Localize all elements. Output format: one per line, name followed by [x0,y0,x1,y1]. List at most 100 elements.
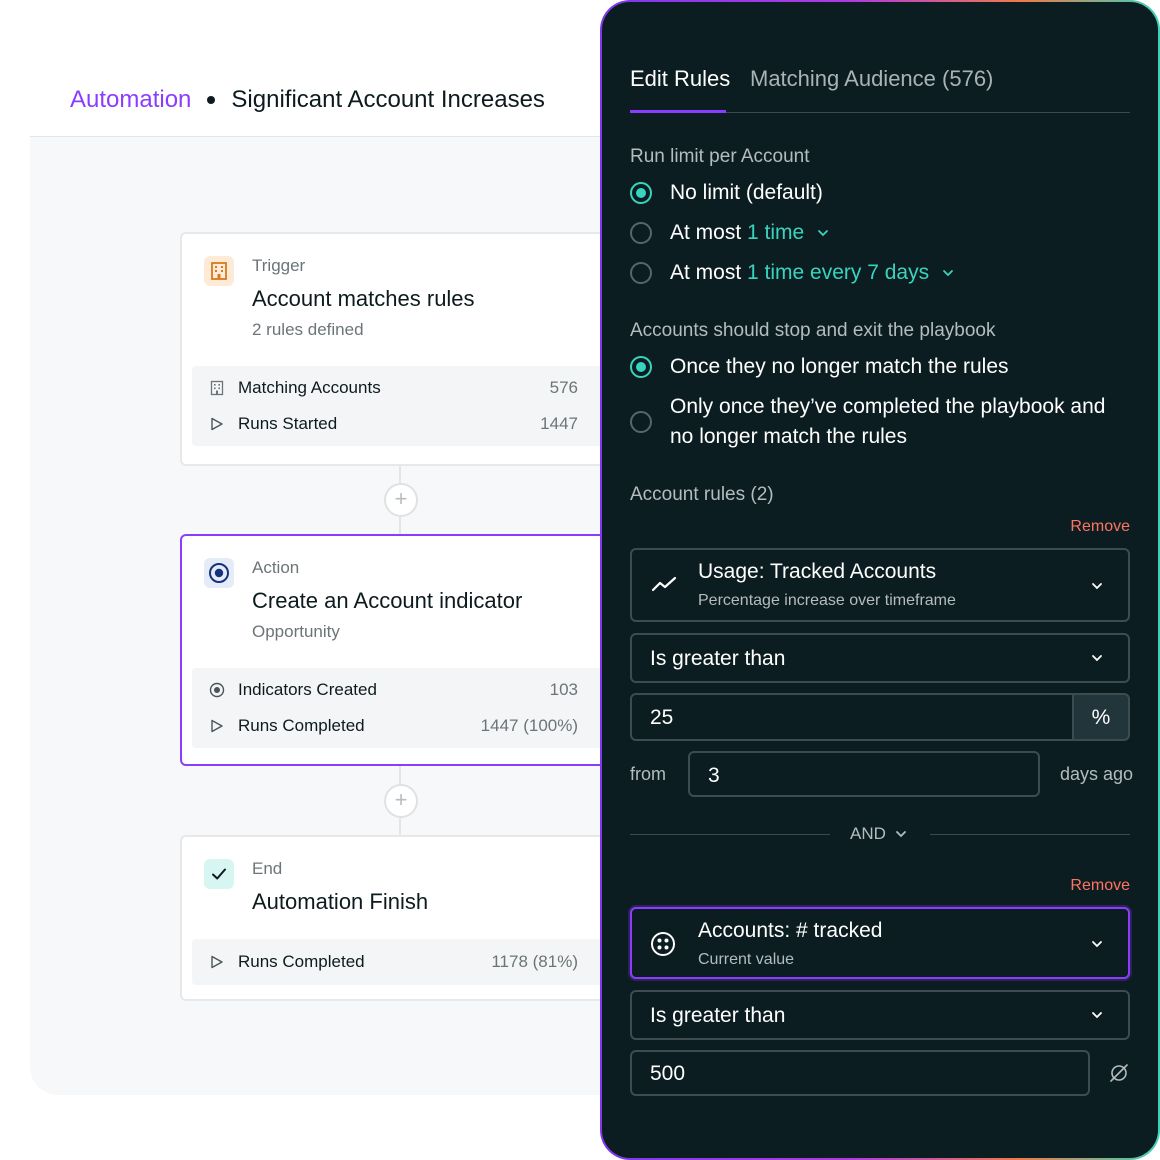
metric-subtitle: Percentage increase over timeframe [698,592,956,609]
run-limit-label: Run limit per Account [630,146,810,167]
remove-rule-button[interactable]: Remove [1070,877,1130,895]
metric-title: Usage: Tracked Accounts [698,560,937,583]
remove-rule-button[interactable]: Remove [1070,518,1130,536]
card-stats: Indicators Created 103 Runs Completed 14… [192,668,608,748]
building-icon [204,256,234,286]
metric-select[interactable]: Accounts: # tracked Current value [630,907,1130,979]
stat-row: Indicators Created 103 [192,672,608,708]
stat-label: Runs Completed [238,952,365,971]
trend-line-icon [651,576,677,592]
chevron-down-icon [1092,1012,1102,1019]
building-icon [208,379,226,397]
radio-label-line: Only once they’ve completed the playbook… [670,395,1106,418]
and-operator-toggle[interactable]: AND [850,824,908,844]
breadcrumb-automation-link[interactable]: Automation [70,86,191,114]
breadcrumb-separator [207,96,216,104]
empty-set-icon[interactable] [1108,1062,1130,1084]
operator-select[interactable]: Is greater than [630,633,1130,683]
stat-label: Matching Accounts [238,378,381,397]
card-kind-label: Action [252,558,300,577]
frequency-dropdown[interactable]: 1 time [747,221,804,244]
value-input[interactable]: 25 [630,693,1074,741]
stat-value: 1447 [540,414,578,433]
card-title: Automation Finish [252,889,429,914]
tab-edit-rules[interactable]: Edit Rules [630,66,730,92]
interval-dropdown[interactable]: 1 time every 7 days [747,261,929,284]
stat-label: Runs Started [238,414,338,433]
card-subtitle: Opportunity [252,622,340,641]
radio-exit-completed[interactable] [630,411,652,433]
card-kind-label: End [252,859,283,878]
active-tab-indicator [630,110,726,113]
unit-suffix: % [1072,693,1130,741]
metric-subtitle: Current value [698,951,795,968]
play-icon [208,953,226,971]
chevron-down-icon [1092,941,1102,948]
radio-label-prefix: At most [670,261,748,284]
chevron-down-icon [1092,583,1102,590]
operator-value: Is greater than [650,647,786,670]
operator-value: Is greater than [650,1004,786,1027]
value-input-text: 25 [650,706,674,729]
radio-label: Only once they’ve completed the playbook… [670,392,1105,452]
dots-circle-icon [651,932,675,956]
and-label: AND [850,824,886,843]
stat-label: Indicators Created [238,680,377,699]
stat-value: 1178 (81%) [491,952,578,971]
card-kind-label: Trigger [252,256,306,275]
breadcrumb: Automation Significant Account Increases [70,86,545,114]
metric-select[interactable]: Usage: Tracked Accounts Percentage incre… [630,548,1130,622]
value-input-text: 500 [650,1062,686,1085]
target-icon [204,558,234,588]
radio-label: At most 1 time every 7 days [670,258,955,288]
radio-at-most-once[interactable] [630,222,652,244]
radio-label-prefix: At most [670,221,748,244]
stat-row: Runs Started 1447 [192,406,608,442]
play-icon [208,415,226,433]
radio-label: At most 1 time [670,218,830,248]
exit-label: Accounts should stop and exit the playbo… [630,320,996,341]
days-ago-label: days ago [1060,764,1134,784]
radio-label: No limit (default) [670,181,823,204]
chevron-down-icon [1092,655,1102,662]
radio-exit-no-match[interactable] [630,356,652,378]
end-card[interactable]: End Automation Finish Runs Completed 117… [180,835,620,1001]
add-step-button[interactable]: + [384,483,418,517]
stat-row: Matching Accounts 576 [192,370,608,406]
stat-row: Runs Completed 1178 (81%) [192,944,608,980]
play-icon [208,717,226,735]
card-stats: Runs Completed 1178 (81%) [192,939,608,985]
check-icon [204,859,234,889]
trigger-card[interactable]: Trigger Account matches rules 2 rules de… [180,232,620,466]
stat-label: Runs Completed [238,716,365,735]
radio-label-line: no longer match the rules [670,425,907,448]
chevron-down-icon [818,230,828,237]
action-card[interactable]: Action Create an Account indicator Oppor… [180,534,620,766]
days-input[interactable]: 3 [688,751,1040,797]
and-divider-left [630,834,830,835]
radio-label: Once they no longer match the rules [670,355,1009,378]
edit-rules-panel: Edit Rules Matching Audience (576) Run l… [602,2,1158,1158]
operator-select[interactable]: Is greater than [630,990,1130,1040]
days-input-text: 3 [708,764,720,787]
card-subtitle: 2 rules defined [252,320,364,339]
tab-matching-audience[interactable]: Matching Audience (576) [750,66,993,92]
radio-no-limit[interactable] [630,182,652,204]
card-stats: Matching Accounts 576 Runs Started 1447 [192,366,608,446]
and-divider-right [930,834,1130,835]
page-title: Significant Account Increases [231,86,545,113]
card-title: Account matches rules [252,286,475,311]
card-title: Create an Account indicator [252,588,523,613]
chevron-down-icon [943,270,953,277]
value-input[interactable]: 500 [630,1050,1090,1096]
stat-row: Runs Completed 1447 (100%) [192,708,608,744]
radio-at-most-every[interactable] [630,262,652,284]
target-icon [208,681,226,699]
stat-value: 1447 (100%) [480,716,578,735]
chevron-down-icon [896,831,906,838]
account-rules-label: Account rules (2) [630,484,774,505]
metric-title: Accounts: # tracked [698,919,883,942]
from-label: from [630,764,666,784]
unit-label: % [1091,706,1111,729]
add-step-button[interactable]: + [384,784,418,818]
